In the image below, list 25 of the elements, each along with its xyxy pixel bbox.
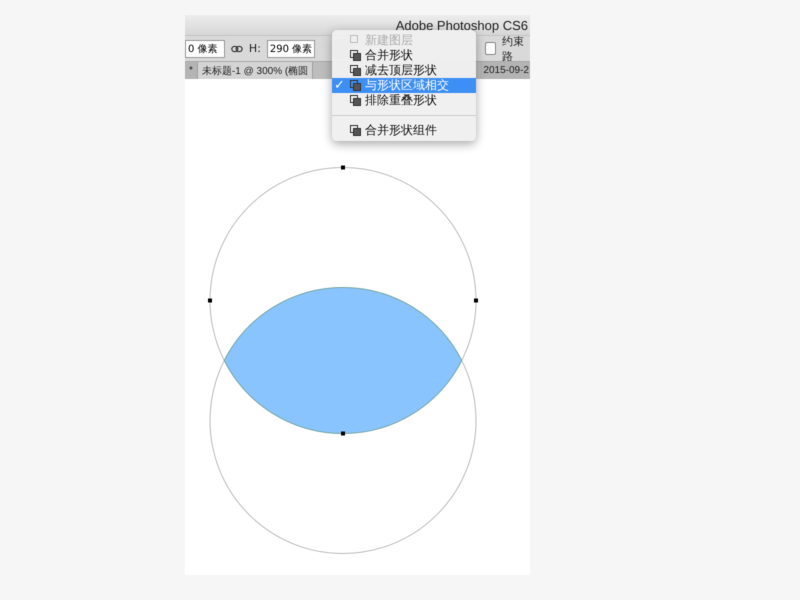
shape-mode-icon (350, 80, 361, 91)
anchor-point[interactable] (474, 298, 478, 302)
menu-item[interactable]: 合并形状组件 (332, 123, 476, 138)
height-field[interactable]: 290 像素 (266, 40, 315, 58)
shape-mode-icon (350, 95, 361, 106)
shape-mode-icon (350, 125, 361, 136)
checkbox[interactable] (484, 42, 496, 55)
document-tab[interactable]: 未标题-1 @ 300% (椭圆 (198, 62, 314, 79)
link-icon[interactable] (231, 44, 243, 52)
document-tab[interactable]: * (185, 62, 198, 79)
shape-mode-icon (350, 65, 361, 76)
width-field[interactable]: 0 像素 (185, 40, 225, 58)
menu-item[interactable]: 减去顶层形状 (332, 63, 476, 78)
document-tab[interactable]: 2015-09-2 (480, 62, 530, 79)
shape-mode-icon (350, 35, 361, 46)
anchor-point[interactable] (341, 166, 345, 170)
shape-mode-icon (350, 50, 361, 61)
checkbox-label: 约束路 (502, 34, 525, 64)
window-title: Adobe Photoshop CS6 (396, 18, 528, 32)
menu-item[interactable]: 排除重叠形状 (332, 93, 476, 108)
anchor-point[interactable] (341, 432, 345, 436)
check-mark: ✓ (334, 78, 346, 93)
anchor-point[interactable] (208, 298, 212, 302)
menu-item[interactable]: 合并形状 (332, 48, 476, 63)
height-label: H: (248, 42, 261, 55)
